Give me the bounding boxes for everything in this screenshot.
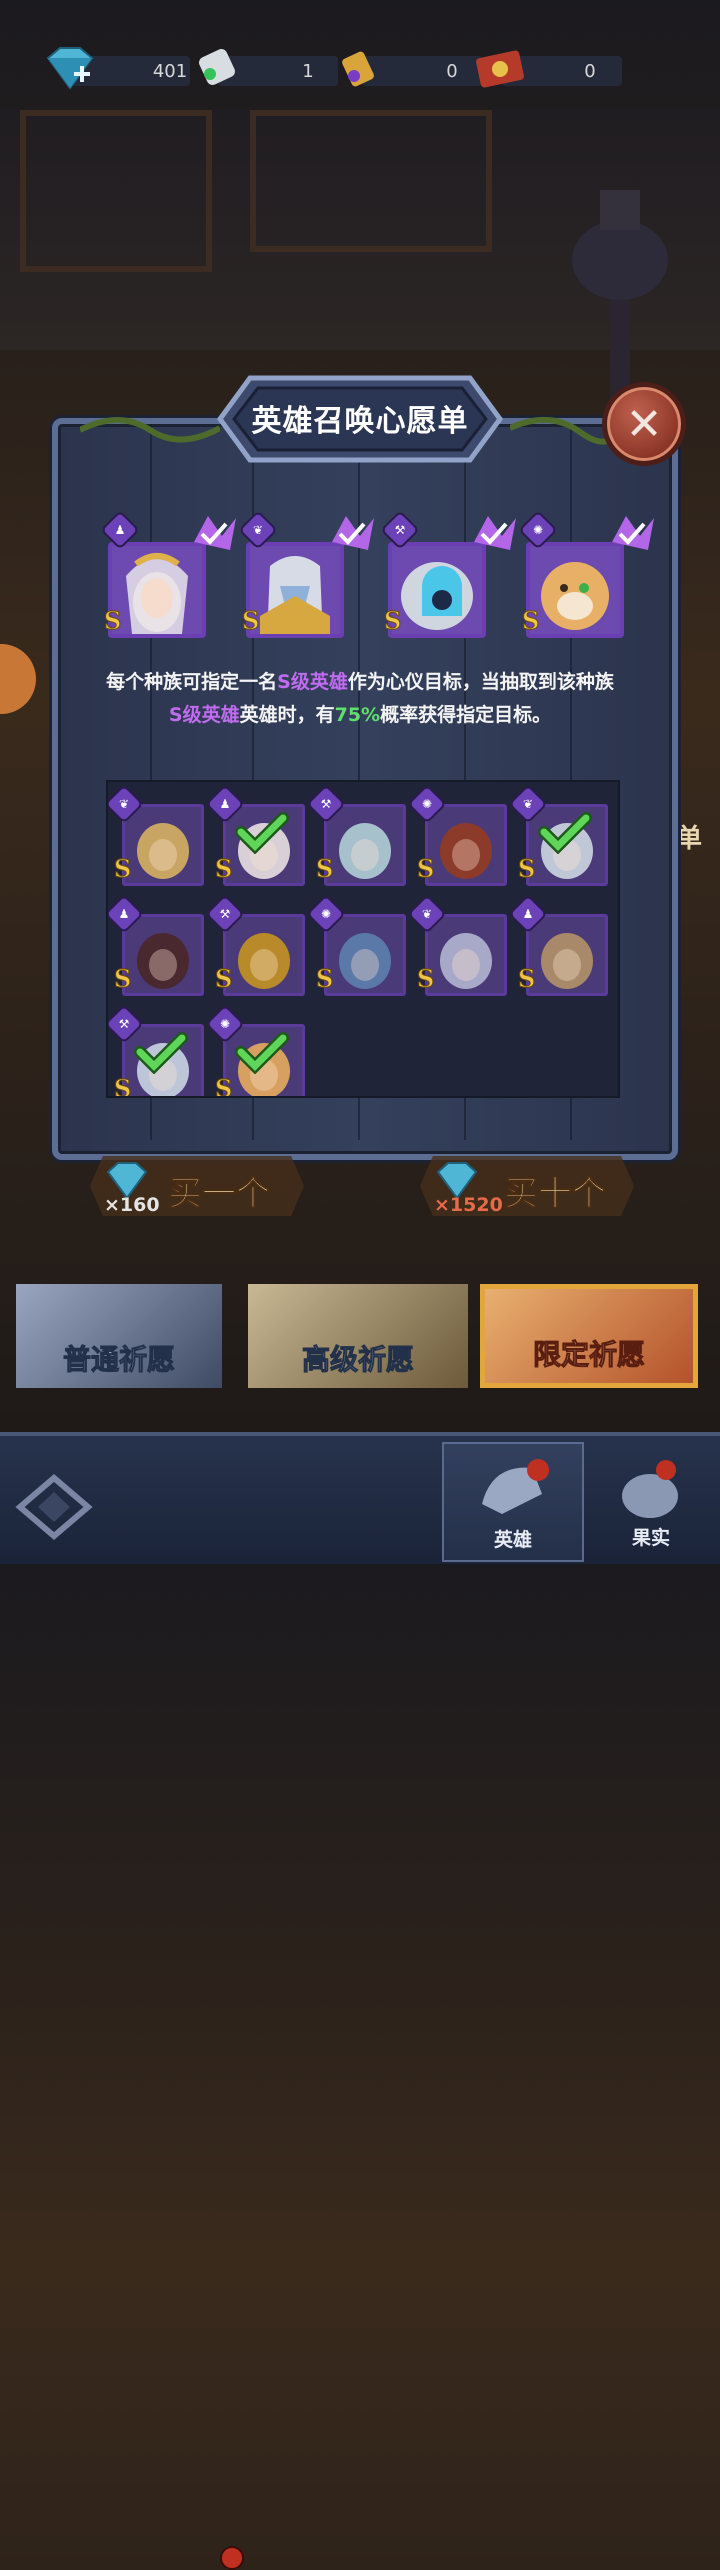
hero-card[interactable]: ✺ S [309,897,406,996]
wish-slot-priest[interactable]: ♟ S [103,513,236,638]
mech-race-icon: ⚒ [118,1017,130,1031]
bottom-nav: 英雄 果实 [0,1432,720,1564]
wing-race-icon: ❦ [421,907,433,921]
buy-ten-label: 买十个 [504,1174,607,1215]
back-arrow-icon[interactable] [14,1472,94,1542]
rank-s-badge: S [114,964,132,994]
hero-card[interactable]: ✺ S [410,787,507,886]
banner-tabs: 普通祈愿 高级祈愿 限定祈愿 [0,1270,720,2570]
rank-s-badge: S [114,854,132,884]
hero-card[interactable]: ⚒ S [108,1007,204,1096]
currency-purple-scroll: 0 [332,50,482,90]
currency-ticket: 1 [188,49,338,90]
rank-s-badge: S [104,606,122,636]
beast-race-icon: ✺ [320,907,332,921]
heart-check-icon [194,516,236,550]
scroll-ticket-icon [199,49,235,85]
hero-card[interactable]: ⚒ S [208,897,305,996]
wish-slots: ♟ S ❦ S ⚒ S ✺ S [103,513,654,644]
nav-hero[interactable]: 英雄 [442,1442,584,1562]
checkmark-icon [538,812,592,854]
side-event-button[interactable] [0,644,36,714]
hero-card[interactable]: ♟ S [511,897,608,996]
rank-s-badge: S [316,964,334,994]
wish-slot-beast[interactable]: ✺ S [521,513,654,638]
rank-s-badge: S [518,854,536,884]
rank-s-badge: S [522,606,540,636]
wing-race-icon: ❦ [522,797,534,811]
hero-card[interactable]: ❦ S [511,787,608,886]
heart-check-icon [332,516,374,550]
diamond-icon [46,47,94,90]
rank-s-badge: S [242,606,260,636]
hero-card[interactable]: ✺ S [208,1007,305,1096]
hero-card[interactable]: ⚒ S [309,787,406,886]
notification-dot [220,2546,244,2570]
wish-slot-wing[interactable]: ❦ S [241,513,374,638]
rank-s-badge: S [417,964,435,994]
banner-normal-wish[interactable]: 普通祈愿 [16,1284,222,1388]
rank-s-badge: S [215,854,233,884]
buy-one-cost: ×160 [104,1194,160,1216]
red-scroll-icon [476,50,524,88]
rank-s-badge: S [417,854,435,884]
buy-ten-button[interactable]: ×1520 买十个 [420,1156,634,1220]
rank-s-badge: S [215,1074,233,1098]
panel-title: 英雄召唤心愿单 [251,404,469,439]
banner-advanced-label: 高级祈愿 [301,1343,414,1377]
mech-race-icon: ⚒ [394,523,406,537]
vine-decoration-left [80,417,220,443]
currency-bar: 401 1 0 0 [40,44,622,100]
mech-race-icon: ⚒ [219,907,231,921]
priest-race-icon: ♟ [114,523,126,537]
buy-one-label: 买一个 [168,1174,271,1215]
wish-slot-mech[interactable]: ⚒ S [383,513,516,638]
mech-race-icon: ⚒ [320,797,332,811]
hero-helmet-icon [482,1459,549,1514]
nav-fruit-label: 果实 [631,1527,670,1549]
priest-race-icon: ♟ [219,797,231,811]
purple-scroll-icon [342,51,374,87]
wishlist-panel: 英雄召唤心愿单 ✕ ♟ S ❦ S ⚒ S ✺ S 每个种族可指定一名S级英雄作… [40,370,686,1180]
buy-one-button[interactable]: ×160 买一个 [90,1156,304,1220]
priest-race-icon: ♟ [522,907,534,921]
buy-ten-cost: ×1520 [434,1194,503,1216]
hero-selection-grid: ❦ S ♟ S ⚒ S ✺ S ❦ S ♟ S ⚒ S ✺ S ❦ S ♟ S ⚒ S ✺ S [106,780,620,1098]
currency-diamond[interactable]: 401 [40,47,200,90]
checkmark-icon [235,1032,289,1074]
currency-red-scroll: 0 [472,50,622,90]
rank-s-badge: S [384,606,402,636]
banner-limited-wish[interactable]: 限定祈愿 [480,1284,698,1388]
rank-s-badge: S [316,854,334,884]
banner-normal-label: 普通祈愿 [62,1343,175,1377]
hero-card[interactable]: ♟ S [208,787,305,886]
red-scroll-count: 0 [584,61,596,82]
close-icon: ✕ [625,398,663,450]
nav-hero-label: 英雄 [493,1529,532,1551]
fruit-icon [622,1460,678,1518]
hero-card[interactable]: ♟ S [108,897,204,996]
beast-race-icon: ✺ [532,523,544,537]
close-button[interactable]: ✕ [602,382,686,466]
beast-race-icon: ✺ [421,797,433,811]
wing-race-icon: ❦ [252,523,264,537]
priest-race-icon: ♟ [118,907,130,921]
heart-check-icon [474,516,516,550]
rank-s-badge: S [114,1074,132,1098]
rank-s-badge: S [518,964,536,994]
wishlist-description: 每个种族可指定一名S级英雄作为心仪目标，当抽取到该种族S级英雄英雄时，有75%概… [106,671,614,726]
beast-race-icon: ✺ [219,1017,231,1031]
ticket-count: 1 [302,61,314,82]
checkmark-icon [235,812,289,854]
hero-card[interactable]: ❦ S [410,897,507,996]
rank-s-badge: S [215,964,233,994]
hero-card[interactable]: ❦ S [108,787,204,886]
heart-check-icon [612,516,654,550]
banner-limited-label: 限定祈愿 [532,1338,645,1372]
nav-fruit[interactable]: 果实 [582,1442,720,1558]
wing-race-icon: ❦ [118,797,130,811]
checkmark-icon [134,1032,188,1074]
banner-advanced-wish[interactable]: 高级祈愿 [248,1284,468,1388]
